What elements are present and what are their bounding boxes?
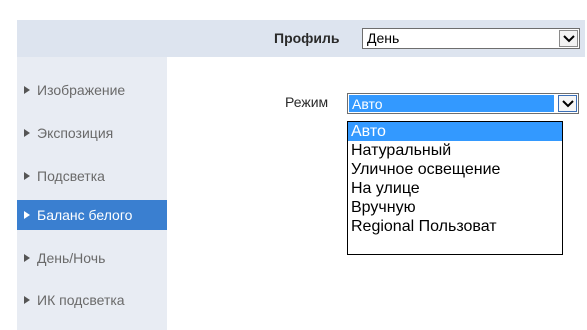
- mode-option[interactable]: Уличное освещение: [348, 160, 562, 179]
- profile-label: Профиль: [274, 30, 340, 46]
- mode-option[interactable]: На улице: [348, 179, 562, 198]
- mode-option[interactable]: Regional Пользоват: [348, 217, 562, 236]
- sidebar-item-white-balance[interactable]: Баланс белого: [17, 200, 167, 230]
- mode-dropdown-list: Авто Натуральный Уличное освещение На ул…: [347, 121, 563, 255]
- chevron-down-icon[interactable]: [558, 95, 577, 112]
- sidebar-item-exposure[interactable]: Экспозиция: [17, 118, 167, 148]
- sidebar-item-label: Подсветка: [37, 168, 105, 184]
- profile-bar: Профиль День: [17, 20, 585, 57]
- caret-right-icon: [24, 129, 30, 137]
- caret-right-icon: [24, 86, 30, 94]
- mode-option[interactable]: Авто: [348, 122, 562, 141]
- caret-right-icon: [24, 254, 30, 262]
- caret-right-icon: [24, 172, 30, 180]
- chevron-down-icon[interactable]: [559, 30, 578, 47]
- sidebar-item-ir-light[interactable]: ИК подсветка: [17, 285, 167, 315]
- sidebar-item-label: Изображение: [37, 82, 126, 98]
- mode-option[interactable]: Натуральный: [348, 141, 562, 160]
- sidebar-item-day-night[interactable]: День/Ночь: [17, 243, 167, 273]
- profile-select-value: День: [367, 30, 400, 46]
- caret-right-icon: [24, 211, 30, 219]
- mode-option[interactable]: Вручную: [348, 198, 562, 217]
- mode-select-value: Авто: [349, 95, 554, 112]
- sidebar-item-label: День/Ночь: [37, 250, 106, 266]
- sidebar-item-label: ИК подсветка: [37, 292, 125, 308]
- sidebar-item-image[interactable]: Изображение: [17, 75, 167, 105]
- caret-right-icon: [24, 296, 30, 304]
- mode-select[interactable]: Авто: [347, 93, 579, 114]
- sidebar-item-label: Экспозиция: [37, 125, 114, 141]
- settings-sidebar: Изображение Экспозиция Подсветка Баланс …: [17, 57, 167, 330]
- sidebar-item-backlight[interactable]: Подсветка: [17, 161, 167, 191]
- mode-label: Режим: [285, 94, 329, 110]
- sidebar-item-label: Баланс белого: [37, 207, 133, 223]
- profile-select[interactable]: День: [362, 28, 580, 49]
